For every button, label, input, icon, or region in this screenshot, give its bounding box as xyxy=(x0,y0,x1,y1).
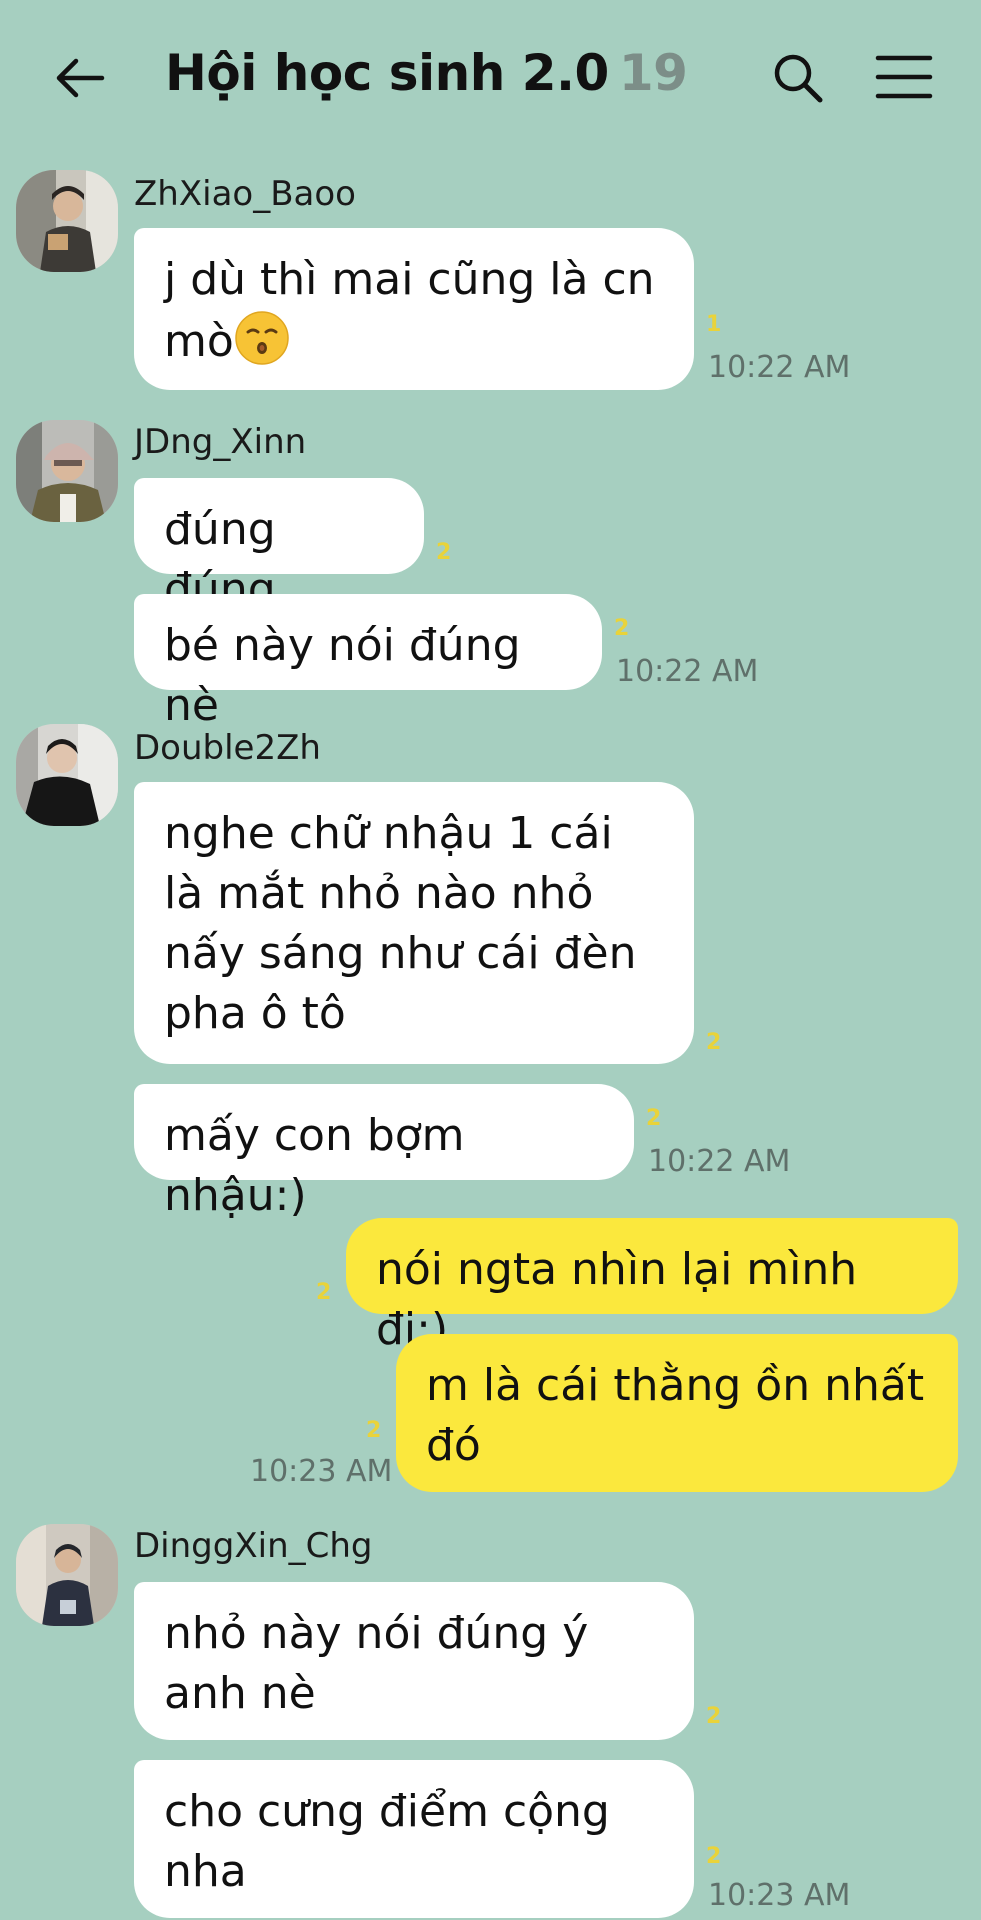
chat-title: Hội học sinh 2.0 19 xyxy=(165,44,688,102)
avatar-double2zh[interactable] xyxy=(16,724,118,826)
message-bubble[interactable]: bé này nói đúng nè xyxy=(134,594,602,731)
avatar-zhxiao-baoo[interactable] xyxy=(16,170,118,272)
message-bubble[interactable]: nghe chữ nhậu 1 cái là mắt nhỏ nào nhỏ n… xyxy=(134,782,694,1064)
message-bubble-own[interactable]: nói ngta nhìn lại mình đi:) xyxy=(346,1218,958,1355)
message-bubble[interactable]: nhỏ này nói đúng ý anh nè xyxy=(134,1582,694,1740)
message-time: 10:22 AM xyxy=(648,1144,791,1179)
sender-name: ZhXiao_Baoo xyxy=(134,174,356,214)
message-bubble[interactable]: cho cưng điểm cộng nha xyxy=(134,1760,694,1918)
unread-count: 2 xyxy=(646,1106,662,1131)
menu-button[interactable] xyxy=(874,52,934,102)
avatar-jdng-xinn[interactable] xyxy=(16,420,118,522)
unread-count: 2 xyxy=(436,540,452,565)
message-text: bé này nói đúng nè xyxy=(164,620,521,731)
menu-icon xyxy=(875,55,933,99)
sender-name: DinggXin_Chg xyxy=(134,1526,373,1566)
message-text: cho cưng điểm cộng nha xyxy=(164,1786,610,1897)
unread-count: 1 xyxy=(706,312,722,337)
message-text: mấy con bợm nhậu:) xyxy=(164,1110,465,1221)
search-button[interactable] xyxy=(768,48,828,108)
message-time: 10:22 AM xyxy=(708,350,851,385)
kissing-face-emoji xyxy=(235,311,289,365)
message-text: nghe chữ nhậu 1 cái là mắt nhỏ nào nhỏ n… xyxy=(164,808,637,1039)
message-bubble[interactable]: đúng đúng xyxy=(134,478,424,615)
message-bubble[interactable]: mấy con bợm nhậu:) xyxy=(134,1084,634,1221)
back-button[interactable] xyxy=(50,48,110,108)
member-count: 19 xyxy=(618,44,688,102)
unread-count: 2 xyxy=(706,1704,722,1729)
unread-count: 2 xyxy=(706,1030,722,1055)
sender-name: JDng_Xinn xyxy=(134,422,307,462)
message-time: 10:23 AM xyxy=(708,1878,851,1913)
unread-count: 2 xyxy=(316,1280,332,1305)
group-name: Hội học sinh 2.0 xyxy=(165,44,609,102)
unread-count: 2 xyxy=(614,616,630,641)
back-arrow-icon xyxy=(56,58,105,98)
sender-name: Double2Zh xyxy=(134,728,321,768)
message-bubble[interactable]: j dù thì mai cũng là cn mò xyxy=(134,228,694,390)
search-icon xyxy=(774,54,823,103)
message-time: 10:22 AM xyxy=(616,654,759,689)
message-bubble-own[interactable]: m là cái thằng ồn nhất đó xyxy=(396,1334,958,1492)
unread-count: 2 xyxy=(706,1844,722,1869)
chat-header: Hội học sinh 2.0 19 xyxy=(0,0,981,150)
avatar-dinggxin-chg[interactable] xyxy=(16,1524,118,1626)
unread-count: 2 xyxy=(366,1418,382,1443)
message-text: m là cái thằng ồn nhất đó xyxy=(426,1360,925,1471)
message-time: 10:23 AM xyxy=(250,1454,393,1489)
message-text: nhỏ này nói đúng ý anh nè xyxy=(164,1608,589,1719)
